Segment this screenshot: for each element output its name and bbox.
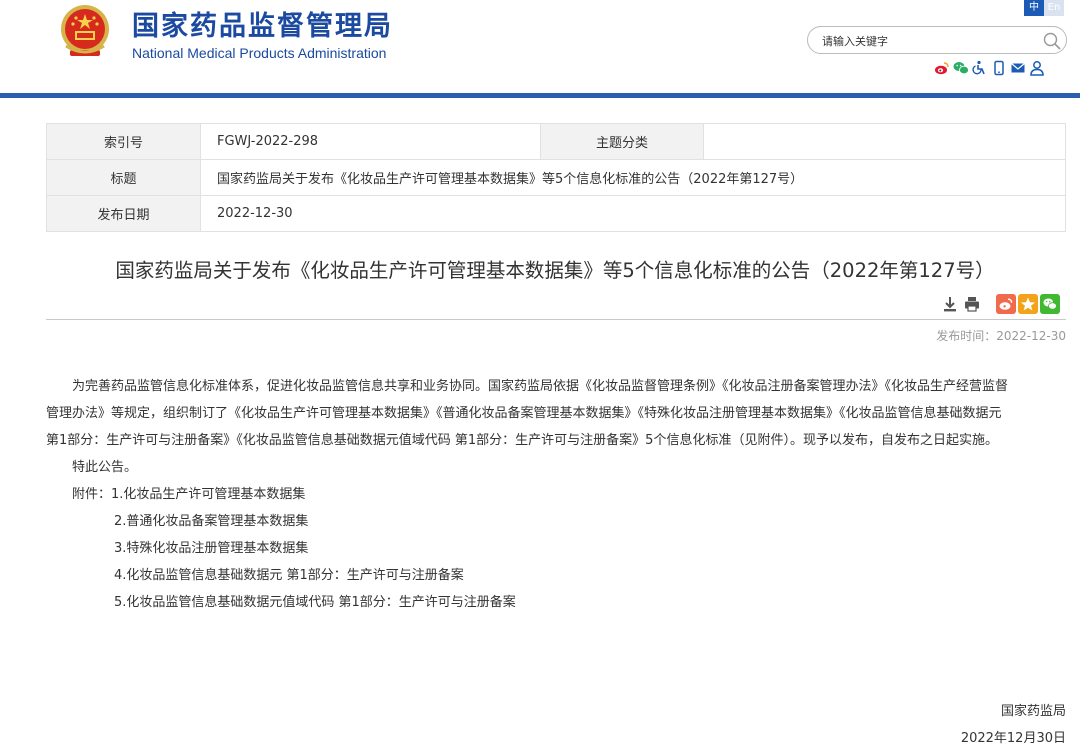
site-title[interactable]: 国家药品监督管理局 [132,4,393,43]
table-row: 标题 国家药监局关于发布《化妆品生产许可管理基本数据集》等5个信息化标准的公告（… [46,159,1066,196]
share-wechat-icon[interactable] [1040,294,1060,314]
attachment-link[interactable]: 3.特殊化妆品注册管理基本数据集 [46,535,1066,562]
print-icon[interactable] [962,294,982,314]
index-number-value: FGWJ-2022-298 [200,123,541,160]
title-divider [46,319,1066,320]
publish-time-value: 2022-12-30 [996,329,1066,343]
body-paragraph-line: 第1部分：生产许可与注册备案》《化妆品监管信息基础数据元值域代码 第1部分：生产… [46,433,998,448]
share-weibo-icon[interactable] [996,294,1016,314]
document-info-table: 索引号 FGWJ-2022-298 主题分类 标题 国家药监局关于发布《化妆品生… [46,123,1066,232]
notice-text: 特此公告。 [72,460,138,475]
signature: 国家药监局 [1000,704,1066,719]
body-paragraph-line: 为完善药品监管信息化标准体系，促进化妆品监管信息共享和业务协同。国家药监局依据《… [72,379,1009,394]
publish-date-label: 发布日期 [46,195,201,232]
search-input[interactable] [822,31,1032,51]
article-tools [940,294,1060,314]
topic-category-value [703,123,1066,160]
mobile-icon[interactable] [991,60,1007,76]
national-emblem-icon[interactable] [56,2,114,60]
weibo-icon[interactable] [934,60,950,76]
header-divider [0,93,1080,98]
utility-icons [934,60,1045,76]
wechat-icon[interactable] [953,60,969,76]
language-switch: 中 En [1024,0,1064,16]
search-box [807,26,1067,54]
title-label: 标题 [46,159,201,196]
download-icon[interactable] [940,294,960,314]
article-body: 为完善药品监管信息化标准体系，促进化妆品监管信息共享和业务协同。国家药监局依据《… [46,373,1066,616]
attachments-label: 附件： [72,487,112,502]
table-row: 发布日期 2022-12-30 [46,195,1066,232]
topic-category-label: 主题分类 [540,123,704,160]
attachment-link[interactable]: 5.化妆品监管信息基础数据元值域代码 第1部分：生产许可与注册备案 [46,589,1066,616]
attachment-link[interactable]: 2.普通化妆品备案管理基本数据集 [46,508,1066,535]
publish-time: 发布时间：2022-12-30 [880,327,1066,344]
title-value: 国家药监局关于发布《化妆品生产许可管理基本数据集》等5个信息化标准的公告（202… [200,159,1066,196]
publish-time-label: 发布时间： [936,329,997,343]
table-row: 索引号 FGWJ-2022-298 主题分类 [46,123,1066,160]
attachment-item: 附件：1.化妆品生产许可管理基本数据集 [46,481,1066,508]
user-icon[interactable] [1029,60,1045,76]
body-paragraph-line: 管理办法》等规定，组织制订了《化妆品生产许可管理基本数据集》《普通化妆品备案管理… [46,406,1002,421]
signature-date: 2022年12月30日 [960,731,1066,746]
mail-icon[interactable] [1010,60,1026,76]
search-icon[interactable] [1042,31,1062,51]
attachment-link[interactable]: 4.化妆品监管信息基础数据元 第1部分：生产许可与注册备案 [46,562,1066,589]
site-title-english[interactable]: National Medical Products Administration [132,45,386,61]
article-title: 国家药监局关于发布《化妆品生产许可管理基本数据集》等5个信息化标准的公告（202… [115,259,995,282]
index-number-label: 索引号 [46,123,201,160]
lang-chinese-button[interactable]: 中 [1024,0,1044,16]
publish-date-value: 2022-12-30 [200,195,1066,232]
lang-english-button[interactable]: En [1044,0,1064,16]
attachment-link[interactable]: 1.化妆品生产许可管理基本数据集 [111,487,305,502]
share-qzone-icon[interactable] [1018,294,1038,314]
accessibility-icon[interactable] [972,60,988,76]
site-header: 国家药品监督管理局 National Medical Products Admi… [0,0,1080,98]
